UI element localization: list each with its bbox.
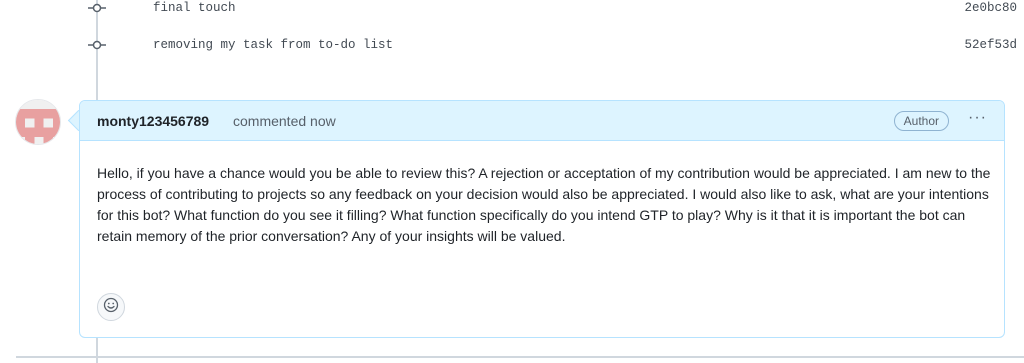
commit-message-link[interactable]: final touch [153, 1, 236, 15]
avatar[interactable] [15, 99, 61, 145]
add-reaction-button[interactable] [97, 293, 125, 321]
comment-timestamp[interactable]: commented now [233, 113, 336, 129]
commit-icon [88, 2, 106, 16]
smiley-icon [103, 297, 119, 318]
commit-sha-link[interactable]: 52ef53d [964, 38, 1017, 52]
commit-sha-link[interactable]: 2e0bc80 [964, 1, 1017, 15]
author-badge: Author [893, 111, 949, 131]
divider [16, 356, 1024, 358]
comment-box: monty123456789 commented now Author ··· … [79, 100, 1005, 338]
more-options-button[interactable]: ··· [968, 109, 987, 127]
commit-icon [88, 39, 106, 53]
commit-message-link[interactable]: removing my task from to-do list [153, 38, 393, 52]
comment-body: Hello, if you have a chance would you be… [97, 165, 991, 244]
commit-row: final touch 2e0bc80 [0, 0, 1024, 20]
author-link[interactable]: monty123456789 [97, 113, 209, 129]
commit-row: removing my task from to-do list 52ef53d [0, 37, 1024, 57]
comment-header: monty123456789 commented now Author ··· [80, 101, 1004, 141]
